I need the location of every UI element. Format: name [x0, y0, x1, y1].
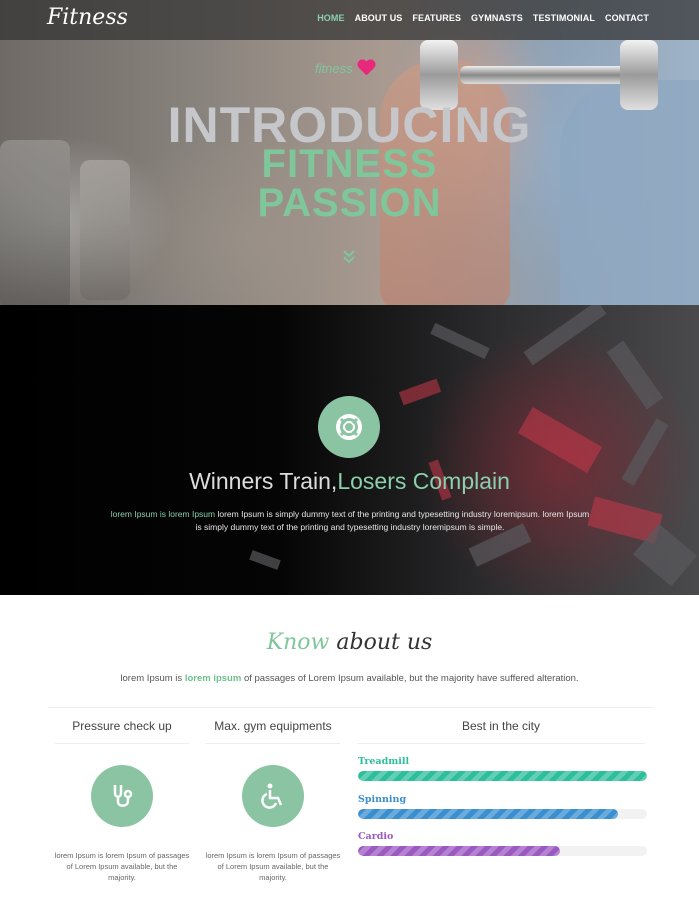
motto-part1: Winners Train,: [189, 468, 338, 494]
col1-text: lorem Ipsum is lorem Ipsum of passages o…: [54, 851, 190, 882]
col1-divider: [55, 743, 190, 744]
about-title: Know about us: [0, 630, 699, 655]
navbar: Fitness HOME ABOUT US FEATURES GYMNASTS …: [0, 0, 699, 40]
col3-divider: [357, 743, 645, 744]
motto-paragraph: lorem Ipsum is lorem Ipsum lorem Ipsum i…: [110, 508, 590, 534]
about-title-rest: about us: [329, 630, 433, 655]
motto-heading: Winners Train,Losers Complain: [0, 468, 699, 495]
skill-label-cardio: Cardio: [358, 831, 394, 842]
about-sub-post: of passages of Lorem Ipsum available, bu…: [241, 673, 579, 684]
skill-label-spinning: Spinning: [358, 794, 407, 805]
nav-gymnasts[interactable]: GYMNASTS: [471, 13, 523, 23]
motto-para-green: lorem Ipsum is lorem Ipsum: [110, 509, 216, 519]
main-nav: HOME ABOUT US FEATURES GYMNASTS TESTIMON…: [317, 13, 649, 23]
col3-title: Best in the city: [461, 719, 541, 733]
col2-text: lorem Ipsum is lorem Ipsum of passages o…: [205, 851, 341, 882]
skill-bar-cardio: [358, 846, 647, 856]
divider: [48, 707, 654, 708]
col2-title: Max. gym equipments: [214, 719, 332, 733]
lifebuoy-icon: [318, 396, 380, 458]
hero-title-line3: PASSION: [257, 181, 442, 225]
wheelchair-icon: [242, 765, 304, 827]
skill-bar-spinning: [358, 809, 647, 819]
nav-testimonial[interactable]: TESTIMONIAL: [533, 13, 595, 23]
motto-part2: Losers Complain: [337, 468, 510, 494]
about-sub-bold: lorem ipsum: [184, 673, 242, 684]
heart-icon: [357, 60, 375, 76]
hero-logo-text: fitness: [315, 60, 353, 76]
about-sub-pre: lorem Ipsum is: [120, 673, 185, 684]
skill-bar-fill: [358, 809, 619, 819]
skill-bar-treadmill: [358, 771, 647, 781]
skill-label-treadmill: Treadmill: [358, 756, 410, 767]
hero-section: Fitness HOME ABOUT US FEATURES GYMNASTS …: [0, 0, 699, 305]
skill-bar-fill: [358, 771, 647, 781]
about-title-green: Know: [266, 630, 330, 655]
col2-divider: [205, 743, 340, 744]
brand-logo[interactable]: Fitness: [47, 5, 128, 30]
scroll-down-icon[interactable]: [340, 248, 358, 266]
nav-about[interactable]: ABOUT US: [355, 13, 403, 23]
stethoscope-icon: [91, 765, 153, 827]
nav-features[interactable]: FEATURES: [412, 13, 461, 23]
about-subtitle: lorem Ipsum is lorem ipsum of passages o…: [0, 673, 699, 684]
hero-logo: fitness: [315, 60, 375, 76]
skill-bar-fill: [358, 846, 561, 856]
col1-title: Pressure check up: [72, 719, 172, 733]
nav-contact[interactable]: CONTACT: [605, 13, 649, 23]
motto-para-rest: lorem Ipsum is simply dummy text of the …: [195, 509, 590, 532]
nav-home[interactable]: HOME: [317, 13, 344, 23]
motto-section: Winners Train,Losers Complain lorem Ipsu…: [0, 305, 699, 595]
